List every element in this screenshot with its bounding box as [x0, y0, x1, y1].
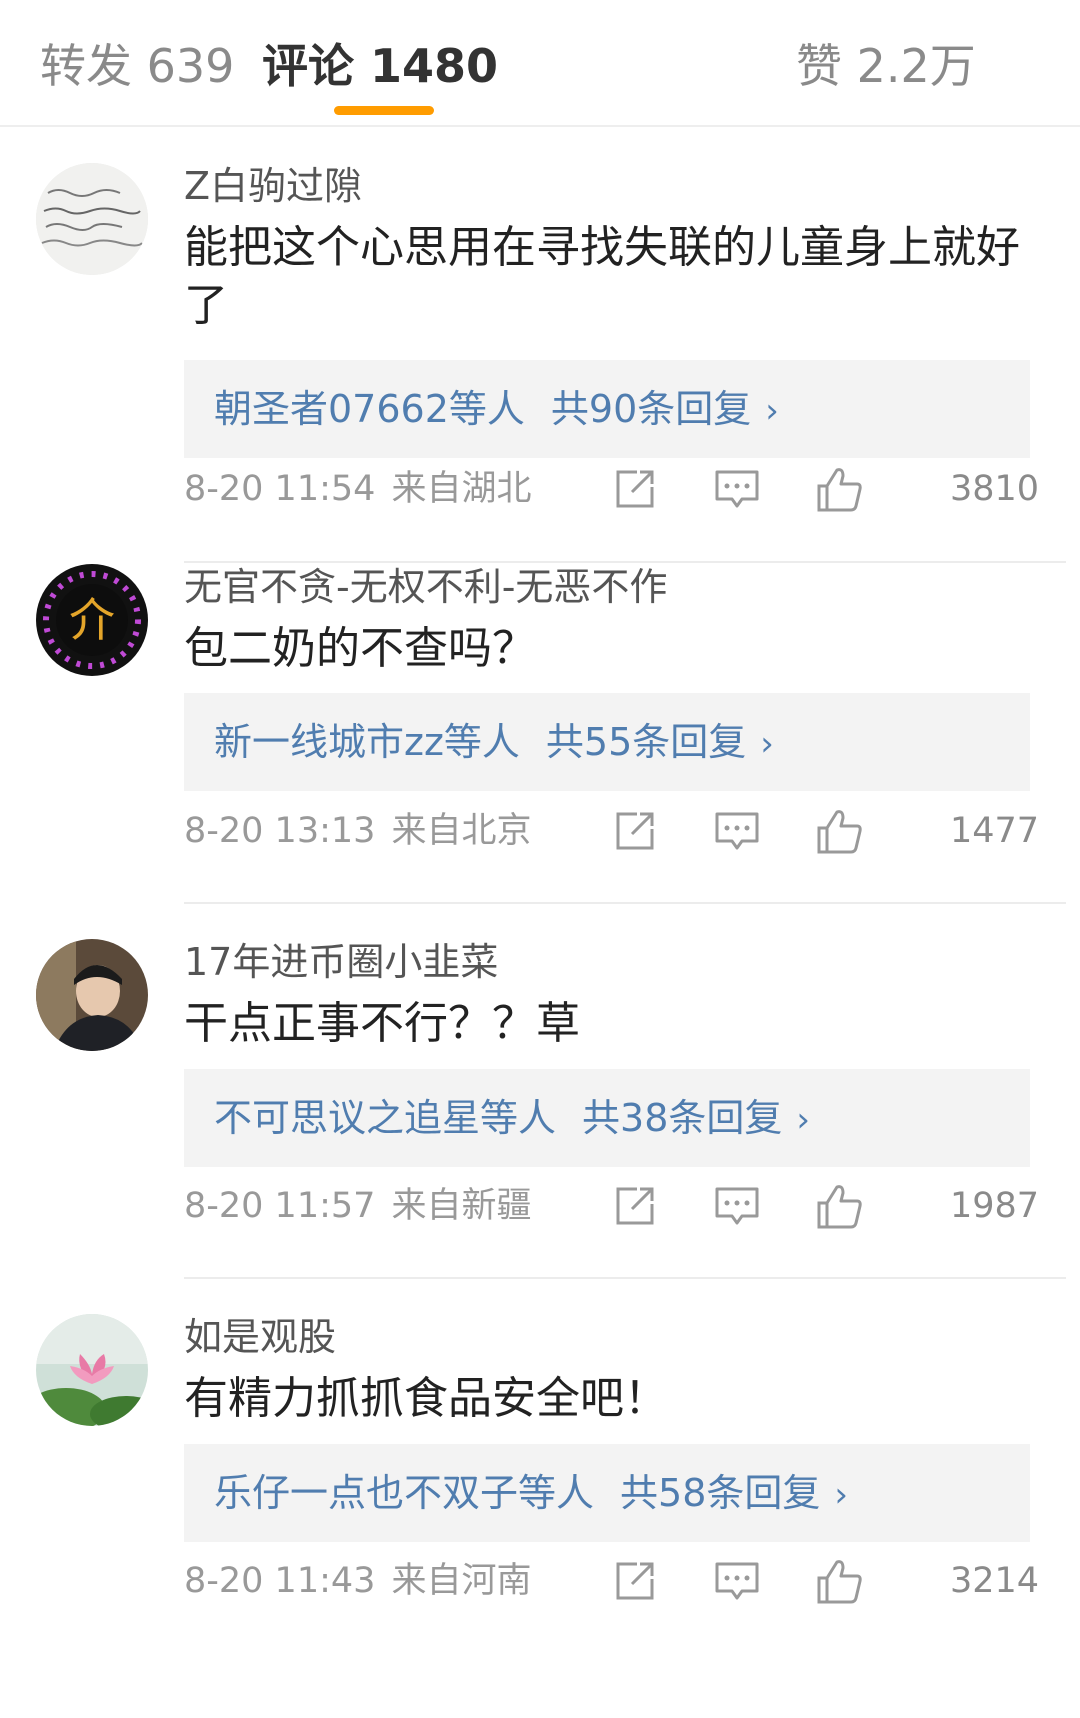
- avatar-glyph: 介: [69, 593, 115, 647]
- like-count: 3214: [950, 1561, 1040, 1601]
- username[interactable]: 如是观股: [184, 1314, 336, 1360]
- reply-count: 共58条回复: [620, 1471, 821, 1515]
- chevron-right-icon: ›: [796, 1100, 810, 1140]
- avatar[interactable]: 介: [36, 564, 148, 676]
- location: 来自北京: [391, 811, 532, 851]
- thumbs-up-icon[interactable]: [815, 806, 865, 856]
- timestamp: 8-20 13:13: [184, 811, 376, 851]
- comment-meta: 8-20 11:54 来自湖北: [184, 464, 531, 514]
- location: 来自湖北: [391, 469, 532, 509]
- comment-text: 包二奶的不查吗？: [184, 623, 536, 674]
- username[interactable]: 17年进币圈小韭菜: [184, 939, 498, 985]
- like-count: 1987: [950, 1186, 1040, 1226]
- share-square-icon[interactable]: [610, 1181, 660, 1231]
- comment-bubble-icon[interactable]: [712, 806, 762, 856]
- like-count: 1477: [950, 811, 1040, 851]
- reply-preview[interactable]: 不可思议之追星等人 共38条回复 ›: [184, 1069, 1030, 1167]
- reply-users: 朝圣者07662等人: [214, 387, 525, 431]
- reply-count: 共90条回复: [550, 387, 752, 431]
- reply-users: 乐仔一点也不双子等人: [214, 1471, 595, 1515]
- tab-likes[interactable]: 赞 2.2万: [796, 38, 976, 94]
- username[interactable]: Z白驹过隙: [184, 163, 362, 209]
- comment-bubble-icon[interactable]: [712, 1556, 762, 1606]
- comment-bubble-icon[interactable]: [712, 1181, 762, 1231]
- username[interactable]: 无官不贪-无权不利-无恶不作: [184, 564, 667, 610]
- chevron-right-icon: ›: [834, 1475, 848, 1515]
- share-square-icon[interactable]: [610, 806, 660, 856]
- location: 来自河南: [391, 1561, 532, 1601]
- comment-meta: 8-20 11:43 来自河南: [184, 1556, 531, 1606]
- comment-tabs: 转发 639 评论 1480 赞 2.2万: [0, 0, 1080, 127]
- reply-preview[interactable]: 朝圣者07662等人 共90条回复 ›: [184, 360, 1030, 458]
- timestamp: 8-20 11:43: [184, 1561, 376, 1601]
- comment-bubble-icon[interactable]: [712, 464, 762, 514]
- reply-count: 共55条回复: [545, 720, 747, 764]
- share-square-icon[interactable]: [610, 464, 660, 514]
- chevron-right-icon: ›: [765, 391, 779, 431]
- timestamp: 8-20 11:57: [184, 1186, 376, 1226]
- comment-text: 有精力抓抓食品安全吧！: [184, 1373, 668, 1424]
- reply-preview[interactable]: 新一线城市zz等人 共55条回复 ›: [184, 693, 1030, 791]
- thumbs-up-icon[interactable]: [815, 464, 865, 514]
- avatar[interactable]: [36, 1314, 148, 1426]
- active-tab-indicator: [334, 106, 434, 115]
- avatar[interactable]: [36, 939, 148, 1051]
- location: 来自新疆: [391, 1186, 532, 1226]
- chevron-right-icon: ›: [760, 724, 774, 764]
- like-count: 3810: [950, 469, 1040, 509]
- thumbs-up-icon[interactable]: [815, 1181, 865, 1231]
- thumbs-up-icon[interactable]: [815, 1556, 865, 1606]
- comment-meta: 8-20 13:13 来自北京: [184, 806, 531, 856]
- comment-item: 介 无官不贪-无权不利-无恶不作 包二奶的不查吗？ 新一线城市zz等人 共55条回…: [0, 516, 1080, 904]
- tab-reposts[interactable]: 转发 639: [40, 38, 234, 94]
- reply-users: 新一线城市zz等人: [214, 720, 520, 764]
- reply-users: 不可思议之追星等人: [214, 1096, 557, 1140]
- timestamp: 8-20 11:54: [184, 469, 376, 509]
- reply-preview[interactable]: 乐仔一点也不双子等人 共58条回复 ›: [184, 1444, 1030, 1542]
- tab-comments[interactable]: 评论 1480: [262, 38, 498, 94]
- comment-item: Z白驹过隙 能把这个心思用在寻找失联的儿童身上就好了 朝圣者07662等人 共90…: [0, 115, 1080, 563]
- avatar[interactable]: [36, 163, 148, 275]
- share-square-icon[interactable]: [610, 1556, 660, 1606]
- reply-count: 共38条回复: [582, 1096, 783, 1140]
- comment-text: 能把这个心思用在寻找失联的儿童身上就好了: [184, 222, 1020, 331]
- comment-text: 干点正事不行？？草: [184, 998, 580, 1049]
- comment-meta: 8-20 11:57 来自新疆: [184, 1181, 531, 1231]
- comment-item: 如是观股 有精力抓抓食品安全吧！ 乐仔一点也不双子等人 共58条回复 › 8-20 …: [0, 1266, 1080, 1641]
- comment-item: 17年进币圈小韭菜 干点正事不行？？草 不可思议之追星等人 共38条回复 › 8-2…: [0, 891, 1080, 1279]
